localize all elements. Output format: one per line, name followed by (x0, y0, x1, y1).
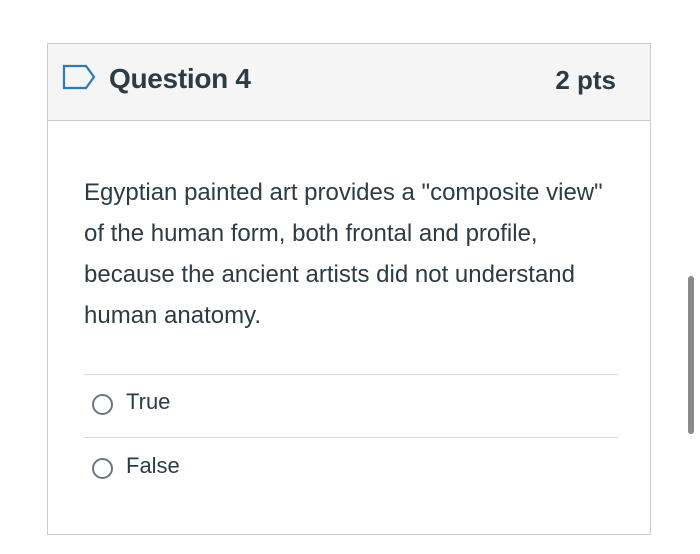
answer-divider (84, 437, 618, 438)
radio-button-false[interactable] (92, 458, 113, 479)
answer-label-true[interactable]: True (126, 389, 170, 415)
scrollbar-thumb[interactable] (688, 276, 694, 434)
answer-option-false[interactable]: False (84, 450, 618, 490)
radio-button-true[interactable] (92, 394, 113, 415)
question-points: 2 pts (555, 65, 616, 95)
answer-divider (84, 374, 618, 375)
question-card: Question 4 2 pts Egyptian painted art pr… (47, 43, 651, 535)
question-text: Egyptian painted art provides a "composi… (84, 179, 603, 329)
answer-label-false[interactable]: False (126, 453, 180, 479)
answer-option-true[interactable]: True (84, 386, 618, 426)
question-header: Question 4 2 pts (48, 44, 650, 121)
question-title: Question 4 (109, 63, 251, 94)
flag-outline-icon[interactable] (62, 64, 96, 90)
quiz-page: Question 4 2 pts Egyptian painted art pr… (0, 0, 700, 554)
